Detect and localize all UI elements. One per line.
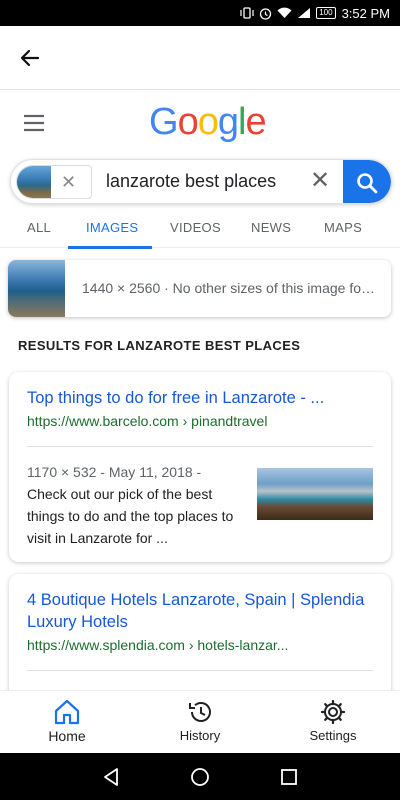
hamburger-menu-icon xyxy=(24,114,44,132)
wifi-icon xyxy=(277,7,292,19)
status-icons: 100 xyxy=(240,7,336,20)
logo-letter: o xyxy=(177,101,199,143)
logo-letter: G xyxy=(149,101,179,143)
system-home-button[interactable] xyxy=(189,766,211,788)
nav-home[interactable]: Home xyxy=(22,699,112,744)
clear-search-icon[interactable]: ✕ xyxy=(308,169,332,194)
triangle-back-icon xyxy=(104,768,118,786)
tab-videos[interactable]: VIDEOS xyxy=(170,220,221,235)
search-image-chip[interactable]: ✕ xyxy=(16,165,92,199)
search-icon xyxy=(357,172,378,193)
result-snippet: Check out our pick of the best things to… xyxy=(27,486,234,546)
home-icon xyxy=(54,699,80,725)
signal-icon xyxy=(298,8,311,18)
google-logo: Google xyxy=(149,101,267,144)
result-url: https://www.splendia.com › hotels-lanzar… xyxy=(27,637,289,653)
gear-icon xyxy=(320,699,346,725)
square-recents-icon xyxy=(281,769,297,785)
google-bar: Google xyxy=(0,91,400,155)
result-thumbnail[interactable] xyxy=(257,468,373,520)
nav-settings[interactable]: Settings xyxy=(288,699,378,743)
vibrate-icon xyxy=(240,7,254,19)
result-divider xyxy=(27,446,373,447)
image-info-thumbnail xyxy=(8,260,65,317)
app-header xyxy=(0,26,400,90)
result-snippet-block: 1170 × 532 - May 11, 2018 - Check out ou… xyxy=(27,461,249,549)
search-image-thumbnail xyxy=(17,166,51,198)
tab-news[interactable]: NEWS xyxy=(251,220,291,235)
result-title[interactable]: Top things to do for free in Lanzarote -… xyxy=(27,387,377,409)
nav-home-label: Home xyxy=(48,728,86,744)
system-nav-bar xyxy=(0,753,400,800)
search-tabs: ALL IMAGES VIDEOS NEWS MAPS xyxy=(0,210,400,248)
search-button[interactable] xyxy=(343,160,391,203)
back-arrow-icon xyxy=(20,49,40,67)
search-input[interactable]: lanzarote best places xyxy=(106,171,276,192)
logo-letter: e xyxy=(245,101,266,143)
system-recents-button[interactable] xyxy=(278,766,300,788)
tab-maps[interactable]: MAPS xyxy=(324,220,362,235)
system-back-button[interactable] xyxy=(100,766,122,788)
tab-all[interactable]: ALL xyxy=(27,220,51,235)
tab-images[interactable]: IMAGES xyxy=(86,220,138,235)
status-time: 3:52 PM xyxy=(341,5,390,21)
image-size-info: 1440 × 2560 · No other sizes of this ima… xyxy=(82,280,382,296)
nav-history-label: History xyxy=(179,728,221,743)
alarm-icon xyxy=(260,7,272,20)
active-tab-indicator xyxy=(68,246,152,249)
status-bar: 100 3:52 PM xyxy=(0,0,400,26)
result-meta: 1170 × 532 - May 11, 2018 - xyxy=(27,464,202,480)
results-heading: RESULTS FOR LANZAROTE BEST PLACES xyxy=(18,338,301,353)
logo-letter: g xyxy=(217,101,239,143)
result-url: https://www.barcelo.com › pinandtravel xyxy=(27,413,268,429)
result-title[interactable]: 4 Boutique Hotels Lanzarote, Spain | Spl… xyxy=(27,589,377,633)
logo-letter: o xyxy=(197,101,219,143)
nav-history[interactable]: History xyxy=(155,699,245,743)
result-divider xyxy=(27,670,373,671)
battery-indicator: 100 xyxy=(316,7,336,19)
circle-home-icon xyxy=(191,768,209,786)
search-box[interactable]: ✕ lanzarote best places ✕ xyxy=(10,159,392,204)
back-button[interactable] xyxy=(18,46,46,70)
history-icon xyxy=(189,702,211,722)
nav-settings-label: Settings xyxy=(309,728,357,743)
image-info-card[interactable]: 1440 × 2560 · No other sizes of this ima… xyxy=(8,260,391,317)
menu-button[interactable] xyxy=(22,114,46,132)
result-card[interactable]: Top things to do for free in Lanzarote -… xyxy=(9,372,391,562)
chip-close-icon[interactable]: ✕ xyxy=(61,166,76,198)
bottom-nav: Home History Settings xyxy=(0,690,400,753)
